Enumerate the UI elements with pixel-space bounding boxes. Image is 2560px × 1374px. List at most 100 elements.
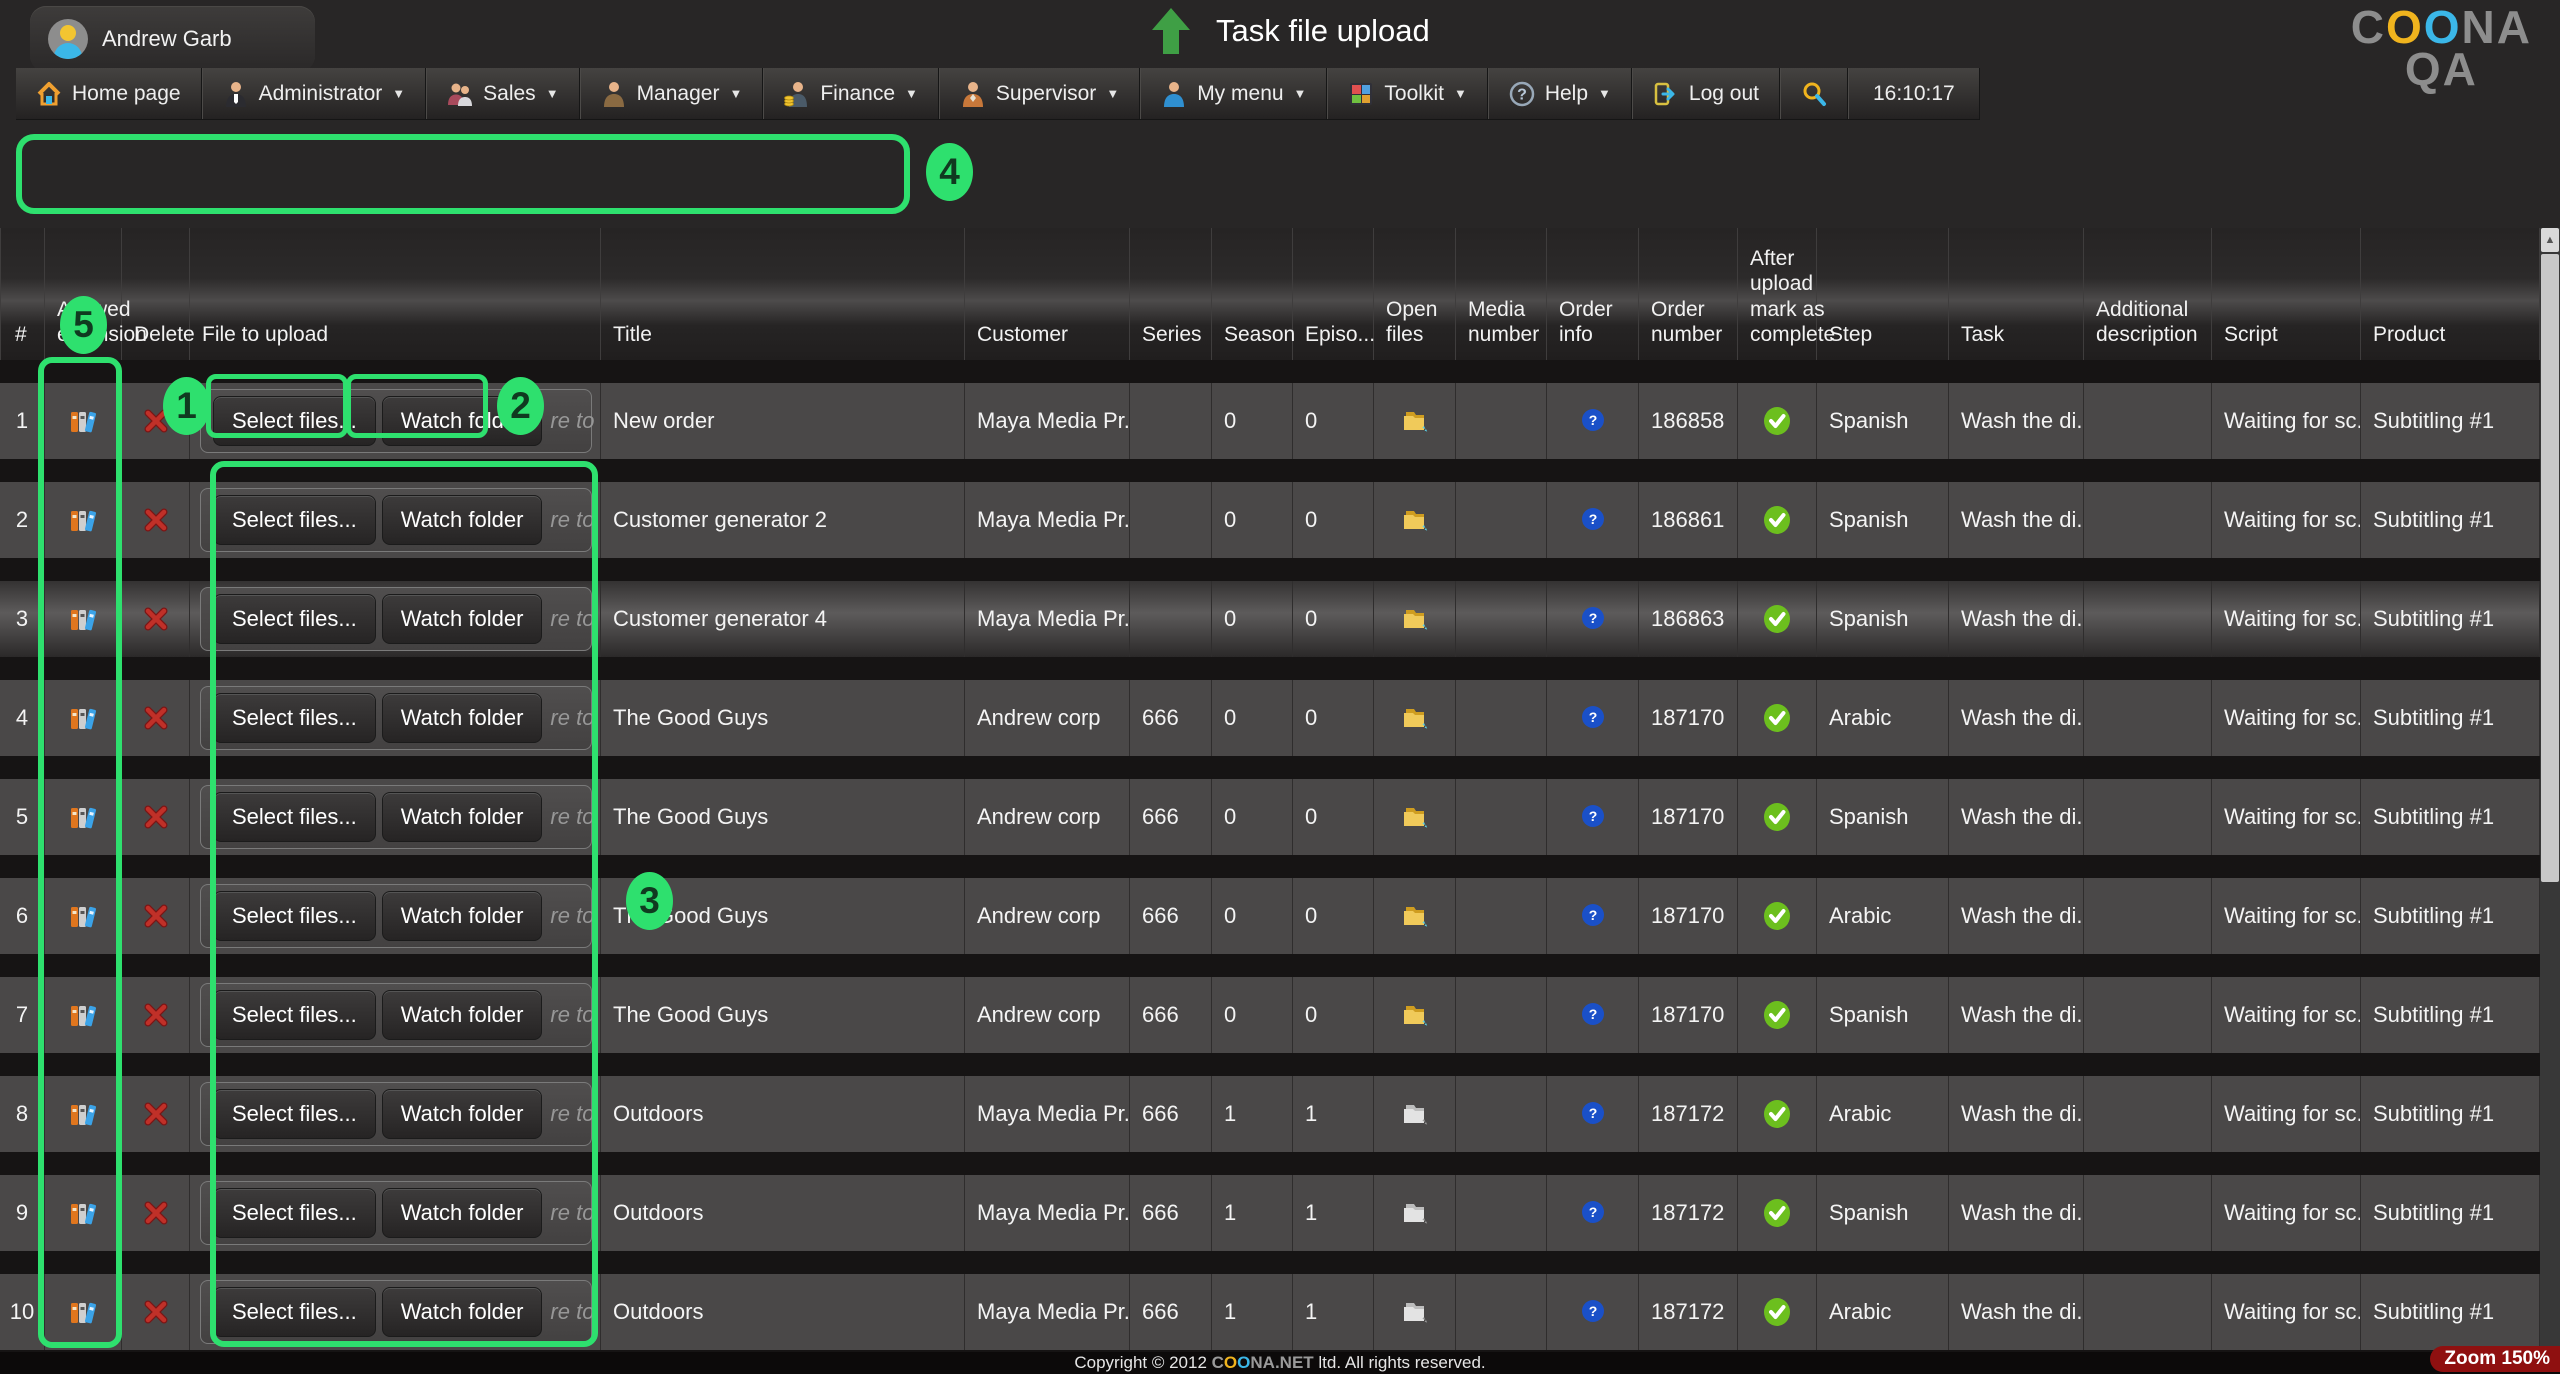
nav-item[interactable]: Home page — [16, 68, 202, 119]
open-files-cell[interactable] — [1374, 878, 1456, 954]
nav-item[interactable]: ? Help ▼ — [1488, 68, 1632, 119]
column-header[interactable]: Step — [1817, 228, 1949, 360]
column-header[interactable]: Season — [1212, 228, 1293, 360]
delete-x-icon[interactable] — [143, 1101, 169, 1127]
order-info-icon[interactable]: ? — [1579, 1298, 1607, 1326]
column-header[interactable]: Order number — [1639, 228, 1738, 360]
nav-item[interactable]: Administrator ▼ — [202, 68, 427, 119]
column-header[interactable]: Episo... — [1293, 228, 1374, 360]
nav-item[interactable]: Log out — [1632, 68, 1780, 119]
column-header[interactable]: # — [0, 228, 45, 360]
column-header[interactable]: Series — [1130, 228, 1212, 360]
order-info-icon[interactable]: ? — [1579, 506, 1607, 534]
nav-item[interactable]: Sales ▼ — [426, 68, 579, 119]
open-files-cell[interactable] — [1374, 482, 1456, 558]
series-cell — [1130, 581, 1212, 657]
vertical-scrollbar[interactable]: ▲ — [2540, 228, 2560, 1374]
order-info-icon[interactable]: ? — [1579, 407, 1607, 435]
order-info-icon[interactable]: ? — [1579, 803, 1607, 831]
nav-item[interactable]: Finance ▼ — [763, 68, 939, 119]
delete-cell[interactable] — [122, 878, 190, 954]
nav-item[interactable]: Toolkit ▼ — [1327, 68, 1487, 119]
open-files-cell[interactable] — [1374, 1175, 1456, 1251]
open-files-icon[interactable] — [1400, 1299, 1430, 1325]
nav-item-label: My menu — [1197, 82, 1283, 106]
column-header[interactable]: Title — [601, 228, 965, 360]
delete-x-icon[interactable] — [143, 507, 169, 533]
order-info-icon[interactable]: ? — [1579, 704, 1607, 732]
svg-text:?: ? — [1588, 1105, 1597, 1121]
order-info-icon[interactable]: ? — [1579, 1001, 1607, 1029]
open-files-cell[interactable] — [1374, 581, 1456, 657]
svg-text:?: ? — [1517, 86, 1527, 103]
delete-cell[interactable] — [122, 977, 190, 1053]
open-files-cell[interactable] — [1374, 779, 1456, 855]
nav-item-label: Manager — [637, 82, 720, 106]
column-header[interactable]: Open files — [1374, 228, 1456, 360]
open-files-icon[interactable] — [1400, 1002, 1430, 1028]
column-header[interactable]: After upload mark as complete — [1738, 228, 1817, 360]
column-header[interactable]: Delete — [122, 228, 190, 360]
order-info-cell[interactable]: ? — [1547, 1076, 1639, 1152]
order-info-cell[interactable]: ? — [1547, 977, 1639, 1053]
delete-cell[interactable] — [122, 482, 190, 558]
nav-search[interactable] — [1780, 68, 1848, 119]
open-files-icon[interactable] — [1400, 1101, 1430, 1127]
order-info-icon[interactable]: ? — [1579, 902, 1607, 930]
delete-x-icon[interactable] — [143, 606, 169, 632]
delete-x-icon[interactable] — [143, 1002, 169, 1028]
column-header[interactable]: File to upload — [190, 228, 601, 360]
delete-x-icon[interactable] — [143, 705, 169, 731]
open-files-icon[interactable] — [1400, 705, 1430, 731]
delete-cell[interactable] — [122, 1274, 190, 1350]
open-files-icon[interactable] — [1400, 804, 1430, 830]
order-info-cell[interactable]: ? — [1547, 383, 1639, 459]
product-cell: Subtitling #1 — [2361, 383, 2540, 459]
open-files-icon[interactable] — [1400, 903, 1430, 929]
order-info-cell[interactable]: ? — [1547, 680, 1639, 756]
column-header[interactable]: Customer — [965, 228, 1130, 360]
delete-cell[interactable] — [122, 1076, 190, 1152]
order-info-cell[interactable]: ? — [1547, 1274, 1639, 1350]
delete-cell[interactable] — [122, 1175, 190, 1251]
user-badge[interactable]: Andrew Garb — [30, 6, 315, 72]
open-files-cell[interactable] — [1374, 680, 1456, 756]
open-files-cell[interactable] — [1374, 383, 1456, 459]
open-files-icon[interactable] — [1400, 606, 1430, 632]
nav-item[interactable]: Manager ▼ — [580, 68, 764, 119]
delete-x-icon[interactable] — [143, 1299, 169, 1325]
title-cell: Customer generator 4 — [601, 581, 965, 657]
order-info-icon[interactable]: ? — [1579, 605, 1607, 633]
delete-x-icon[interactable] — [143, 804, 169, 830]
delete-x-icon[interactable] — [143, 1200, 169, 1226]
open-files-cell[interactable] — [1374, 1274, 1456, 1350]
order-info-icon[interactable]: ? — [1579, 1100, 1607, 1128]
column-header[interactable]: Media number — [1456, 228, 1547, 360]
nav-item[interactable]: Supervisor ▼ — [939, 68, 1140, 119]
scroll-up-button[interactable]: ▲ — [2541, 228, 2559, 252]
delete-cell[interactable] — [122, 779, 190, 855]
column-header[interactable]: Additional description — [2084, 228, 2212, 360]
open-files-icon[interactable] — [1400, 507, 1430, 533]
order-number-cell: 187170 — [1639, 878, 1738, 954]
order-info-cell[interactable]: ? — [1547, 878, 1639, 954]
column-header[interactable]: Order info — [1547, 228, 1639, 360]
column-header[interactable]: Script — [2212, 228, 2361, 360]
open-files-cell[interactable] — [1374, 977, 1456, 1053]
order-info-icon[interactable]: ? — [1579, 1199, 1607, 1227]
scrollbar-thumb[interactable] — [2541, 254, 2559, 882]
open-files-icon[interactable] — [1400, 1200, 1430, 1226]
open-files-cell[interactable] — [1374, 1076, 1456, 1152]
order-info-cell[interactable]: ? — [1547, 581, 1639, 657]
order-info-cell[interactable]: ? — [1547, 1175, 1639, 1251]
delete-x-icon[interactable] — [143, 903, 169, 929]
customer-cell: Andrew corp — [965, 779, 1130, 855]
open-files-icon[interactable] — [1400, 408, 1430, 434]
order-info-cell[interactable]: ? — [1547, 779, 1639, 855]
delete-cell[interactable] — [122, 680, 190, 756]
order-info-cell[interactable]: ? — [1547, 482, 1639, 558]
column-header[interactable]: Product — [2361, 228, 2540, 360]
delete-cell[interactable] — [122, 581, 190, 657]
nav-item[interactable]: My menu ▼ — [1140, 68, 1327, 119]
column-header[interactable]: Task — [1949, 228, 2084, 360]
